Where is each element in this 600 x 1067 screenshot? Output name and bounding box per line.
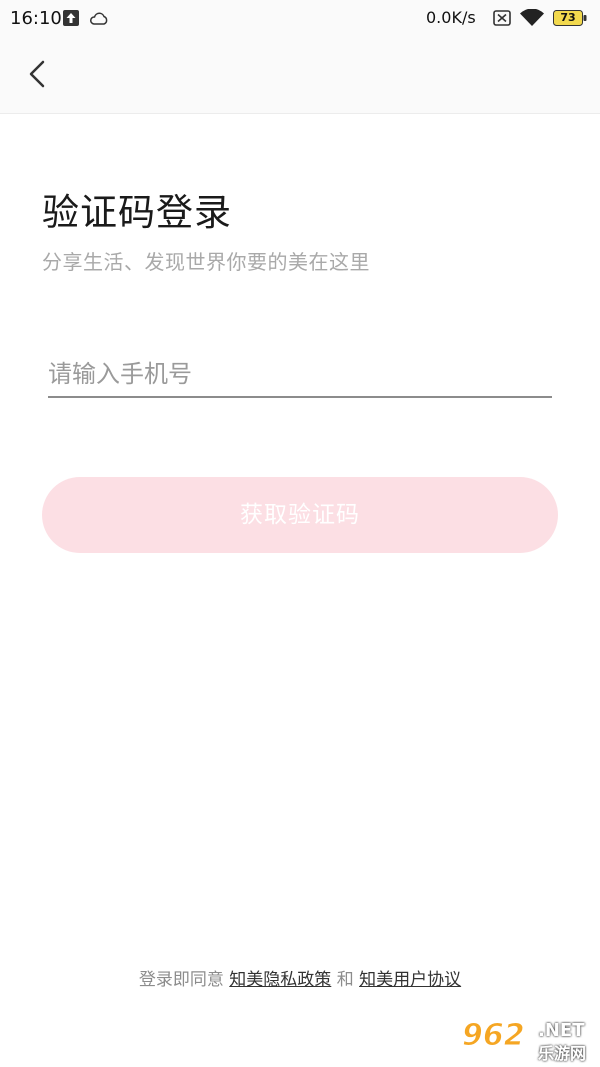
battery-icon: 73 bbox=[553, 10, 587, 26]
user-agreement-link[interactable]: 知美用户协议 bbox=[359, 970, 461, 990]
sim-card-icon bbox=[493, 10, 511, 26]
top-bar bbox=[0, 40, 600, 114]
back-button[interactable] bbox=[18, 54, 58, 94]
chevron-left-icon bbox=[29, 60, 45, 88]
upload-icon bbox=[63, 10, 79, 26]
privacy-policy-link[interactable]: 知美隐私政策 bbox=[229, 970, 331, 990]
status-bar: 16:10 0.0K/s 73 bbox=[0, 0, 600, 40]
cloud-icon bbox=[90, 12, 108, 25]
agreement-prefix: 登录即同意 bbox=[138, 970, 224, 990]
battery-level: 73 bbox=[560, 11, 576, 24]
page-subtitle: 分享生活、发现世界你要的美在这里 bbox=[42, 250, 370, 274]
wifi-icon bbox=[520, 9, 544, 26]
agreement-conjunction: 和 bbox=[336, 970, 354, 990]
watermark-site-name: 乐游网 bbox=[538, 1044, 587, 1063]
network-speed: 0.0K/s bbox=[426, 8, 476, 27]
agreement-text: 登录即同意 知美隐私政策 和 知美用户协议 bbox=[0, 965, 600, 990]
site-watermark-logo: 962 .NET 乐游网 bbox=[462, 1018, 594, 1064]
get-verification-code-button[interactable]: 获取验证码 bbox=[42, 477, 558, 553]
watermark-domain: .NET bbox=[538, 1020, 585, 1041]
watermark-number: 962 bbox=[462, 1018, 526, 1054]
phone-number-input[interactable] bbox=[48, 352, 552, 398]
page-title: 验证码登录 bbox=[42, 191, 232, 234]
status-time: 16:10 bbox=[10, 8, 62, 29]
